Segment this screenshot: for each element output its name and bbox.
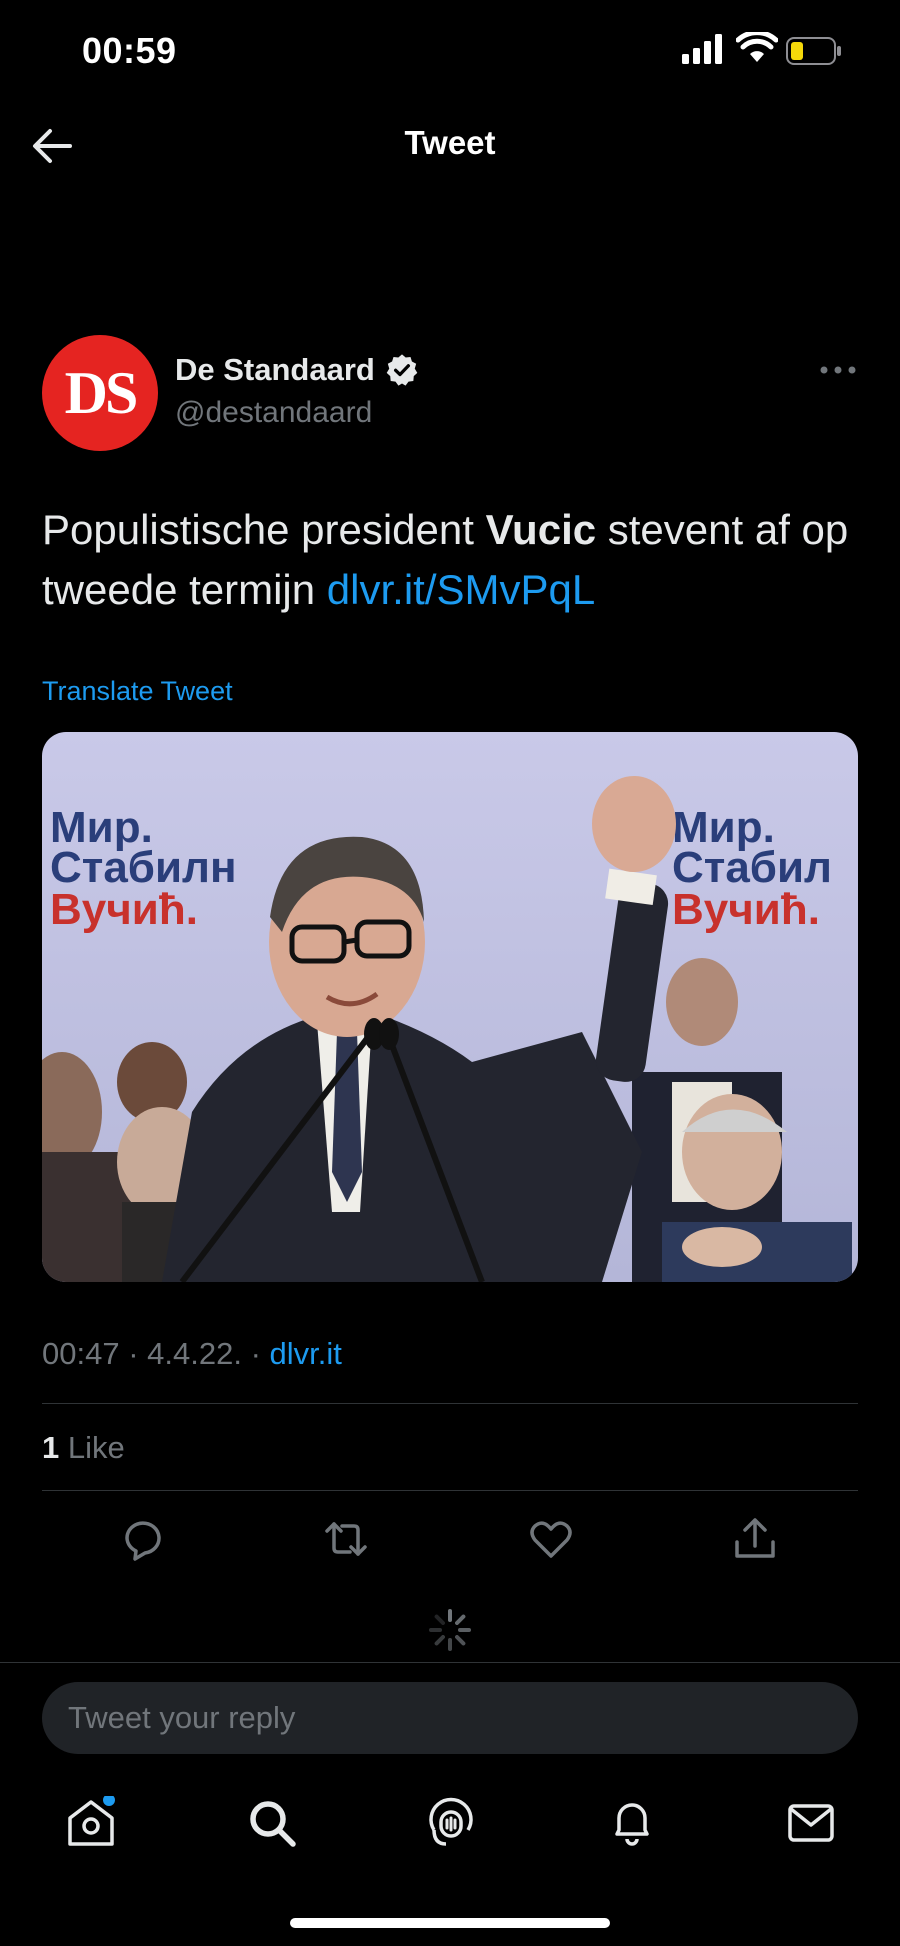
tweet-link[interactable]: dlvr.it/SMvPqL	[327, 566, 595, 613]
page-title: Tweet	[404, 124, 496, 161]
tweet-timestamp: 00:47 · 4.4.22. · dlvr.it	[42, 1336, 342, 1372]
reply-placeholder: Tweet your reply	[68, 1700, 296, 1735]
divider	[42, 1403, 858, 1404]
banner-text: Вучић.	[50, 885, 198, 934]
spaces-icon[interactable]	[424, 1796, 478, 1850]
author-name[interactable]: De Standaard	[175, 352, 375, 388]
translate-tweet-link[interactable]: Translate Tweet	[42, 676, 233, 707]
verified-badge-icon	[386, 354, 418, 386]
divider	[42, 1490, 858, 1491]
banner-text: Вучић.	[672, 885, 820, 934]
cellular-signal-icon	[682, 34, 722, 64]
avatar-logo-text: DS	[64, 359, 139, 426]
tweet-photo[interactable]: Мир. Стабилн Вучић. Мир. Стабил Вучић.	[42, 732, 858, 1282]
reply-input[interactable]: Tweet your reply	[42, 1682, 858, 1754]
retweet-icon[interactable]	[322, 1516, 370, 1562]
notifications-icon[interactable]	[605, 1796, 659, 1850]
like-icon[interactable]	[527, 1516, 575, 1562]
tweet-text-bold: Vucic	[485, 506, 597, 553]
likes-label: Like	[59, 1430, 125, 1465]
tweet-source-link[interactable]: dlvr.it	[270, 1336, 342, 1371]
tweet-date: 4.4.22.	[147, 1336, 242, 1371]
avatar[interactable]: DS	[42, 335, 158, 451]
home-icon[interactable]	[64, 1796, 118, 1850]
divider	[0, 1662, 900, 1663]
messages-icon[interactable]	[784, 1796, 838, 1850]
tweet-text: Populistische president Vucic stevent af…	[42, 500, 862, 620]
likes-number: 1	[42, 1430, 60, 1465]
more-icon[interactable]	[818, 360, 858, 380]
meta-separator: ·	[241, 1336, 270, 1371]
tweet-time: 00:47	[42, 1336, 120, 1371]
reply-icon[interactable]	[119, 1516, 167, 1562]
author-handle[interactable]: @destandaard	[175, 396, 372, 430]
tweet-text-part: Populistische president	[42, 506, 486, 553]
meta-separator: ·	[119, 1336, 148, 1371]
wifi-icon	[736, 32, 778, 62]
home-indicator[interactable]	[290, 1918, 610, 1928]
battery-icon	[786, 37, 841, 65]
status-time: 00:59	[82, 30, 177, 71]
author-name-row[interactable]: De Standaard	[175, 352, 419, 388]
share-icon[interactable]	[731, 1516, 779, 1562]
likes-count[interactable]: 1 Like	[42, 1430, 125, 1466]
spinner-icon	[429, 1609, 471, 1651]
search-icon[interactable]	[245, 1796, 299, 1850]
